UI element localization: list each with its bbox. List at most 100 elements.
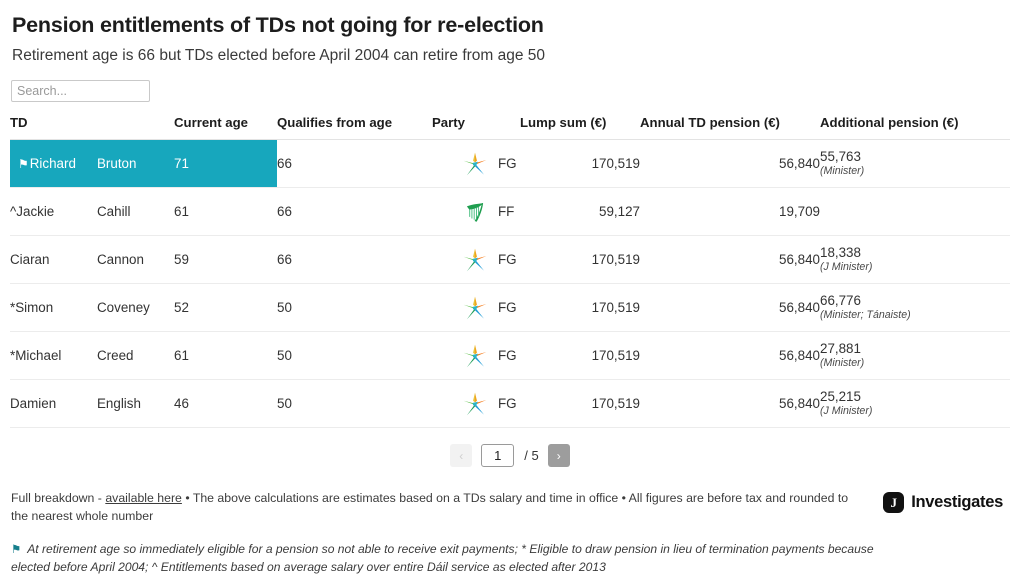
party-label: FG	[498, 396, 517, 412]
td-first-name: Michael	[15, 348, 62, 364]
table-header: TD Current age Qualifies from age Party …	[10, 115, 1010, 141]
cell-additional-pension: 55,763 (Minister)	[820, 139, 1010, 189]
td-last-name: Bruton	[97, 156, 137, 172]
cell-qualifies-from-age: 50	[277, 283, 432, 333]
cell-current-age: 71	[174, 139, 277, 189]
cell-lump-sum: 170,519	[520, 283, 640, 333]
row-marker: ⚑	[18, 157, 29, 172]
td-last-name: Coveney	[97, 300, 150, 316]
additional-pension-value: 27,881	[820, 341, 861, 357]
cell-annual-pension: 56,840	[640, 331, 820, 381]
table-header-row: TD Current age Qualifies from age Party …	[10, 115, 1010, 141]
cell-party: FG	[432, 235, 520, 285]
table-row[interactable]: Ciaran Cannon 59 66 FG 170,519 56,840 18,338 (J …	[10, 235, 1010, 285]
additional-pension-value: 18,338	[820, 245, 861, 261]
pensions-table: TD Current age Qualifies from age Party …	[10, 115, 1010, 429]
cell-qualifies-from-age: 66	[277, 187, 432, 237]
fine-gael-star-icon	[463, 344, 487, 368]
cell-additional-pension: 25,215 (J Minister)	[820, 379, 1010, 429]
next-page-button[interactable]: ›	[547, 444, 570, 468]
cell-last-name: Coveney	[97, 283, 174, 333]
cell-current-age: 52	[174, 283, 277, 333]
td-last-name: English	[97, 396, 141, 412]
footer: Full breakdown - available here • The ab…	[10, 490, 1010, 525]
total-pages-label: / 5	[524, 448, 539, 464]
table-row[interactable]: *Simon Coveney 52 50 FG 170,519 56,840 66,776 (M…	[10, 283, 1010, 333]
cell-additional-pension	[820, 187, 1010, 237]
column-header-current-age[interactable]: Current age	[174, 115, 277, 141]
additional-pension-value: 66,776	[820, 293, 861, 309]
cell-current-age: 61	[174, 187, 277, 237]
cell-party: FG	[432, 379, 520, 429]
party-label: FG	[498, 348, 517, 364]
column-header-annual-pension[interactable]: Annual TD pension (€)	[640, 115, 820, 141]
footer-prefix: Full breakdown -	[11, 491, 106, 506]
cell-first-name: *Michael	[10, 331, 97, 381]
cell-last-name: Cahill	[97, 187, 174, 237]
cell-current-age: 59	[174, 235, 277, 285]
column-header-lump-sum[interactable]: Lump sum (€)	[520, 115, 640, 141]
additional-pension-role: (Minister; Tánaiste)	[820, 309, 911, 322]
td-first-name: Ciaran	[10, 252, 50, 268]
cell-last-name: Cannon	[97, 235, 174, 285]
table-row[interactable]: ⚑Richard Bruton 71 66 FG 170,519 56,840 55,763(…	[10, 139, 1010, 189]
search-input[interactable]	[11, 80, 150, 103]
cell-additional-pension: 66,776 (Minister; Tánaiste)	[820, 283, 1010, 333]
party-label: FG	[498, 156, 517, 172]
cell-party: FF	[432, 187, 520, 237]
cell-last-name: Creed	[97, 331, 174, 381]
cell-annual-pension: 19,709	[640, 187, 820, 237]
cell-first-name: Damien	[10, 379, 97, 429]
table-row[interactable]: ^Jackie Cahill 61 66 FF 59,127 19,709	[10, 187, 1010, 237]
fine-gael-star-icon	[463, 392, 487, 416]
footnote-text: At retirement age so immediately eligibl…	[11, 542, 874, 574]
cell-annual-pension: 56,840	[640, 139, 820, 189]
cell-last-name: English	[97, 379, 174, 429]
brand-logo: J Investigates	[883, 490, 1010, 514]
party-label: FF	[498, 204, 515, 220]
column-header-qualifies-from-age[interactable]: Qualifies from age	[277, 115, 432, 141]
party-label: FG	[498, 252, 517, 268]
cell-qualifies-from-age: 66	[277, 235, 432, 285]
footer-note: Full breakdown - available here • The ab…	[10, 490, 868, 525]
cell-lump-sum: 59,127	[520, 187, 640, 237]
page-number-input[interactable]	[481, 444, 515, 468]
column-header-additional-pension[interactable]: Additional pension (€)	[820, 115, 1010, 141]
brand-name: Investigates	[911, 493, 1003, 512]
party-label: FG	[498, 300, 517, 316]
cell-annual-pension: 56,840	[640, 379, 820, 429]
td-first-name: Jackie	[16, 204, 55, 220]
pagination: ‹ / 5 ›	[10, 444, 1010, 468]
column-header-party[interactable]: Party	[432, 115, 520, 141]
cell-first-name: ^Jackie	[10, 187, 97, 237]
cell-party: FG	[432, 331, 520, 381]
td-last-name: Creed	[97, 348, 134, 364]
available-here-link[interactable]: available here	[105, 491, 182, 505]
cell-lump-sum: 170,519	[520, 331, 640, 381]
td-first-name: Damien	[10, 396, 57, 412]
cell-last-name: Bruton	[97, 139, 174, 189]
td-last-name: Cannon	[97, 252, 144, 268]
cell-current-age: 61	[174, 331, 277, 381]
cell-party: FG	[432, 139, 520, 189]
cell-first-name: *Simon	[10, 283, 97, 333]
additional-pension-value: 25,215	[820, 389, 861, 405]
cell-lump-sum: 170,519	[520, 139, 640, 189]
footnote: ⚑ At retirement age so immediately eligi…	[10, 541, 890, 576]
fine-gael-star-icon	[463, 152, 487, 176]
additional-pension-value: 55,763	[820, 149, 861, 165]
previous-page-button[interactable]: ‹	[450, 444, 473, 468]
column-header-td[interactable]: TD	[10, 115, 174, 141]
flag-icon: ⚑	[11, 544, 22, 557]
page-subtitle: Retirement age is 66 but TDs elected bef…	[12, 46, 546, 64]
table-row[interactable]: Damien English 46 50 FG 170,519 56,840 25,215 (J…	[10, 379, 1010, 429]
cell-annual-pension: 56,840	[640, 283, 820, 333]
cell-annual-pension: 56,840	[640, 235, 820, 285]
cell-additional-pension: 27,881 (Minister)	[820, 331, 1010, 381]
cell-qualifies-from-age: 50	[277, 379, 432, 429]
page-title: Pension entitlements of TDs not going fo…	[12, 13, 544, 37]
additional-pension-role: (J Minister)	[820, 405, 873, 418]
cell-first-name: Ciaran	[10, 235, 97, 285]
table-row[interactable]: *Michael Creed 61 50 FG 170,519 56,840 27,881 (M…	[10, 331, 1010, 381]
additional-pension-role: (Minister)	[820, 165, 865, 178]
